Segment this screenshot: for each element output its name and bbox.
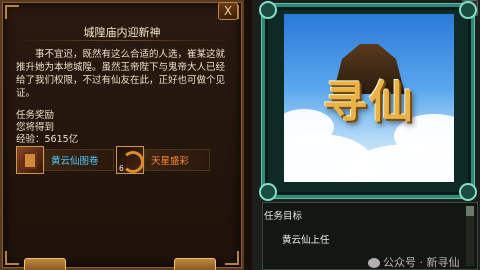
- close-button[interactable]: X: [218, 2, 238, 20]
- jade-corner-ornament: [259, 1, 277, 19]
- reward-item-name: 天星盛彩: [144, 149, 210, 171]
- reward-item[interactable]: 黄云仙图卷: [16, 146, 114, 174]
- target-label: 任务目标: [264, 211, 303, 222]
- reward-item[interactable]: 6 天星盛彩: [116, 146, 210, 174]
- accept-button[interactable]: [174, 258, 216, 270]
- exp-value: 5615亿: [44, 134, 79, 145]
- scroll-book-icon[interactable]: [16, 146, 44, 174]
- game-logo: 寻仙: [323, 77, 415, 128]
- decline-button[interactable]: [24, 258, 66, 270]
- exp-reward: 经验：5615亿: [16, 134, 78, 146]
- exp-label: 经验：: [16, 134, 45, 145]
- watermark-text: 公众号 · 新寻仙: [383, 256, 460, 269]
- reward-section: 任务奖励 您将得到 经验：5615亿: [16, 110, 78, 146]
- reward-items: 黄云仙图卷 6 天星盛彩: [16, 146, 210, 174]
- jade-corner-ornament: [259, 183, 277, 201]
- jade-corner-ornament: [459, 1, 477, 19]
- quest-dialog: X 城隍庙内迎新神 事不宜迟，既然有这么合适的人选，崔某这就推升她为本地城隍。虽…: [0, 0, 244, 270]
- target-value: 黄云仙上任: [282, 235, 330, 246]
- quest-description-text: 事不宜迟，既然有这么合适的人选，崔某这就推升她为本地城隍。虽然玉帝陛下与鬼帝大人…: [16, 49, 226, 99]
- quest-description: 事不宜迟，既然有这么合适的人选，崔某这就推升她为本地城隍。虽然玉帝陛下与鬼帝大人…: [16, 48, 234, 100]
- jade-corner-ornament: [459, 183, 477, 201]
- frame-corner-ornament: [5, 5, 19, 19]
- item-count: 6: [119, 164, 124, 173]
- watermark: 公众号 · 新寻仙: [368, 254, 460, 270]
- frame-corner-ornament: [5, 251, 19, 265]
- frame-corner-ornament: [225, 251, 239, 265]
- wechat-icon: [368, 258, 380, 268]
- reward-item-name: 黄云仙图卷: [44, 149, 114, 171]
- reward-subheader: 您将得到: [16, 122, 55, 133]
- game-logo-artwork: 寻仙: [284, 14, 454, 182]
- dragon-icon[interactable]: 6: [116, 146, 144, 174]
- scrollbar-thumb[interactable]: [466, 206, 474, 216]
- reward-header: 任务奖励: [16, 110, 55, 121]
- quest-title: 城隍庙内迎新神: [83, 26, 161, 39]
- divider: [16, 40, 228, 41]
